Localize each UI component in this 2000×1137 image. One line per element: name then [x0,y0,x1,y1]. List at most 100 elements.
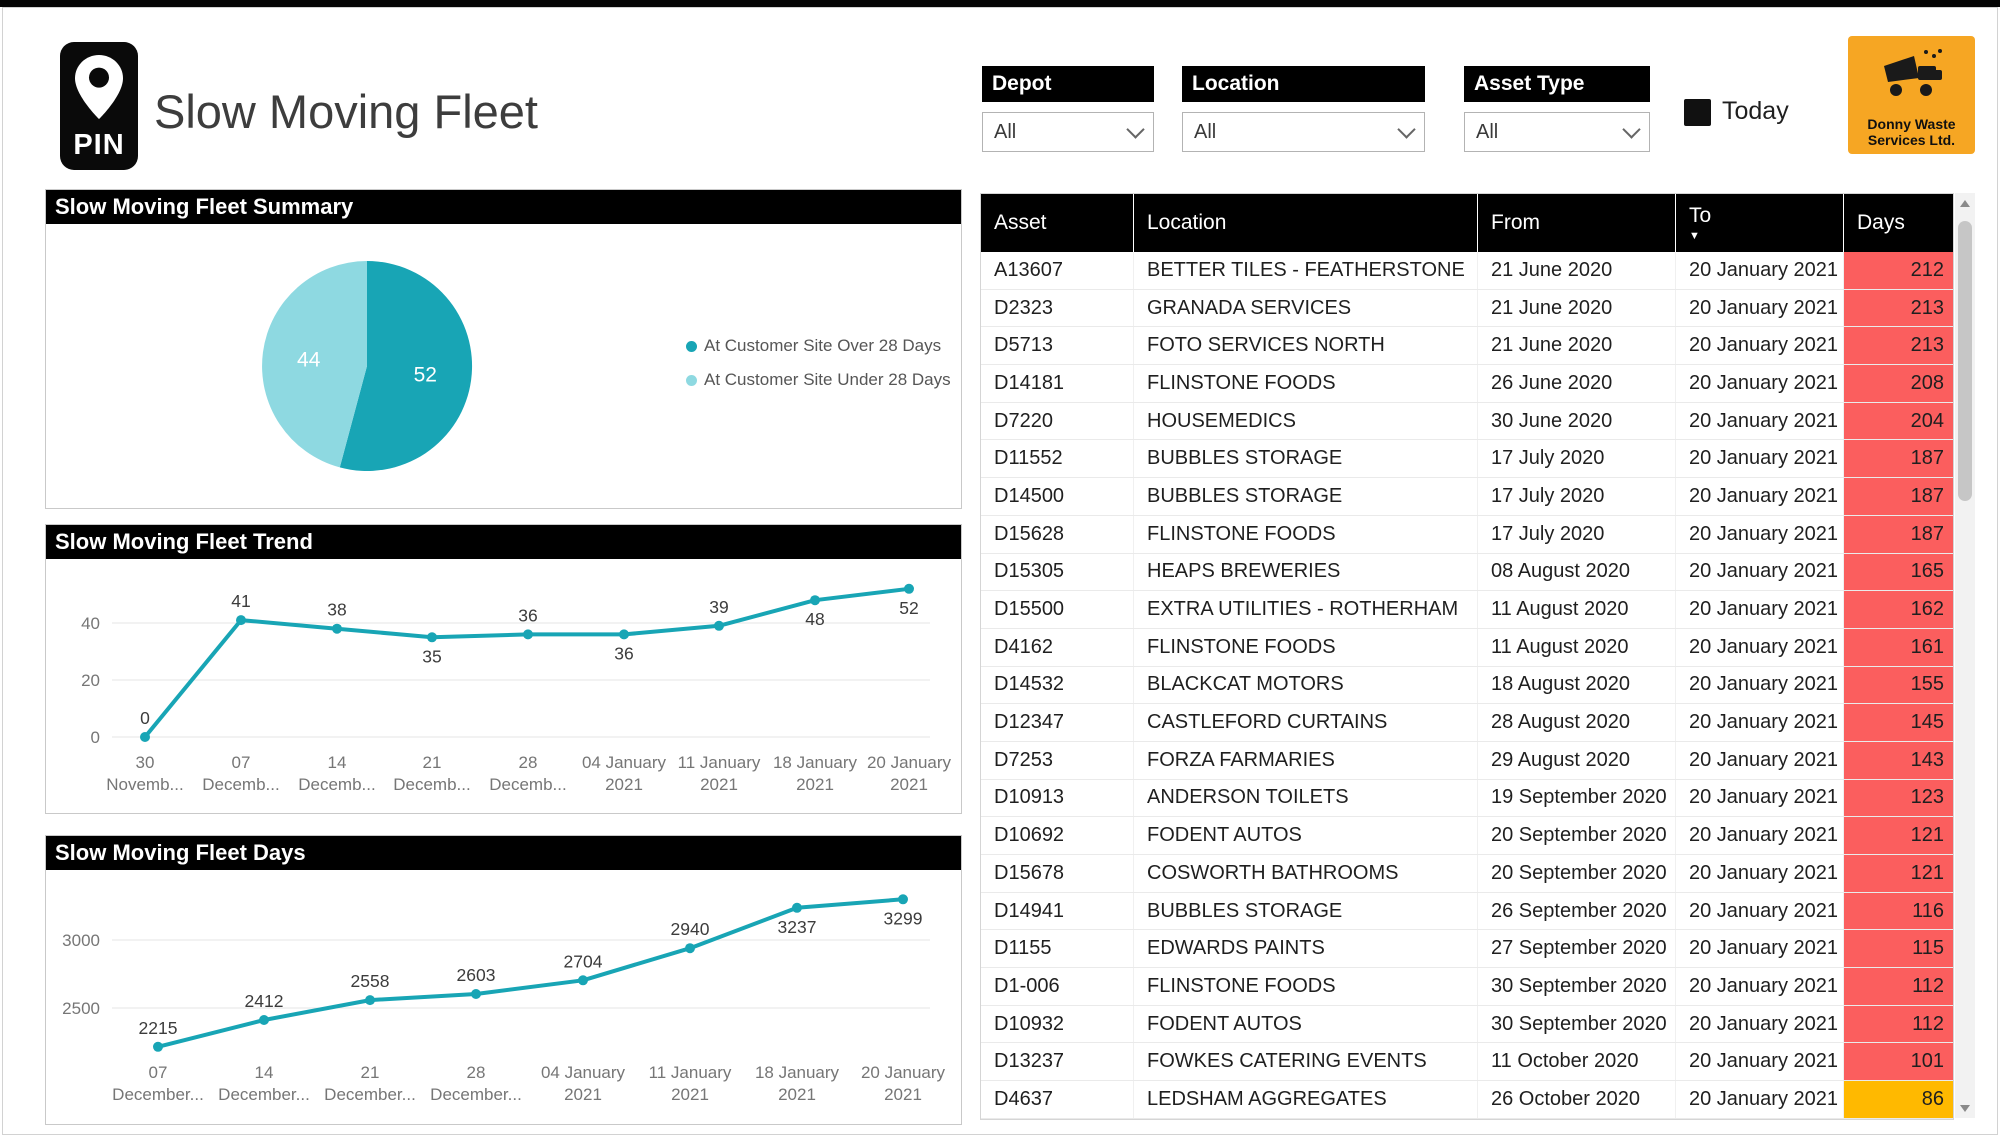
window-top-edge [0,0,2000,7]
data-point[interactable] [685,943,695,953]
data-point[interactable] [619,629,629,639]
table-row[interactable]: D12347CASTLEFORD CURTAINS28 August 20202… [981,704,1953,742]
scroll-down-button[interactable] [1955,1098,1975,1118]
data-label: 3299 [884,908,923,928]
cell-days: 212 [1844,252,1953,289]
legend-dot [686,341,697,352]
data-point[interactable] [140,732,150,742]
cell-days: 162 [1844,591,1953,628]
table-row[interactable]: A13607BETTER TILES - FEATHERSTONE21 June… [981,252,1953,290]
cell-location: BUBBLES STORAGE [1134,893,1478,930]
table-row[interactable]: D5713FOTO SERVICES NORTH21 June 202020 J… [981,327,1953,365]
cell-from: 27 September 2020 [1478,930,1676,967]
x-tick-label: 2021 [564,1085,602,1104]
depot-dropdown[interactable]: All [982,112,1154,152]
table-row[interactable]: D15500EXTRA UTILITIES - ROTHERHAM11 Augu… [981,591,1953,629]
data-point[interactable] [332,624,342,634]
x-tick-label: 11 January [678,753,761,772]
cell-days: 115 [1844,930,1953,967]
location-dropdown-value: All [1194,121,1216,144]
column-header-to[interactable]: To ▼ [1676,194,1844,252]
legend-item[interactable]: At Customer Site Under 28 Days [686,368,951,392]
data-point[interactable] [523,629,533,639]
table-row[interactable]: D15678COSWORTH BATHROOMS20 September 202… [981,855,1953,893]
column-header-asset[interactable]: Asset [981,194,1134,252]
data-point[interactable] [898,894,908,904]
table-row[interactable]: D4637LEDSHAM AGGREGATES26 October 202020… [981,1081,1953,1119]
data-point[interactable] [810,595,820,605]
trend-line-chart[interactable]: 020400413835363639485230Novemb...07Decem… [46,559,959,811]
filter-depot: Depot All [982,66,1154,152]
column-header-location[interactable]: Location [1134,194,1478,252]
table-row[interactable]: D13237FOWKES CATERING EVENTS11 October 2… [981,1043,1953,1081]
table-row[interactable]: D14941BUBBLES STORAGE26 September 202020… [981,893,1953,931]
table-row[interactable]: D4162FLINSTONE FOODS11 August 202020 Jan… [981,629,1953,667]
cell-location: FORZA FARMARIES [1134,742,1478,779]
table-row[interactable]: D1-006FLINSTONE FOODS30 September 202020… [981,968,1953,1006]
filter-asset-type: Asset Type All [1464,66,1650,152]
table-row[interactable]: D7220HOUSEMEDICS30 June 202020 January 2… [981,403,1953,441]
today-checkbox[interactable] [1684,99,1711,126]
cell-to: 20 January 2021 [1676,440,1844,477]
cell-days: 165 [1844,554,1953,591]
scroll-up-button[interactable] [1955,193,1975,213]
table-row[interactable]: D14500BUBBLES STORAGE17 July 202020 Janu… [981,478,1953,516]
data-point[interactable] [714,621,724,631]
table-row[interactable]: D14181FLINSTONE FOODS26 June 202020 Janu… [981,365,1953,403]
cell-to: 20 January 2021 [1676,629,1844,666]
data-point[interactable] [471,989,481,999]
trend-panel-title: Slow Moving Fleet Trend [46,525,961,559]
cell-to: 20 January 2021 [1676,742,1844,779]
cell-days: 161 [1844,629,1953,666]
asset-type-dropdown[interactable]: All [1464,112,1650,152]
column-header-days[interactable]: Days [1844,194,1953,252]
x-tick-label: 28 [467,1063,486,1082]
column-header-from[interactable]: From [1478,194,1676,252]
data-point[interactable] [792,903,802,913]
pie-value-label: 52 [414,364,437,387]
location-dropdown[interactable]: All [1182,112,1425,152]
table-row[interactable]: D15628FLINSTONE FOODS17 July 202020 Janu… [981,516,1953,554]
data-point[interactable] [427,632,437,642]
table-row[interactable]: D7253FORZA FARMARIES29 August 202020 Jan… [981,742,1953,780]
table-row[interactable]: D1155EDWARDS PAINTS27 September 202020 J… [981,930,1953,968]
y-tick-label: 40 [81,614,100,633]
trend-panel: Slow Moving Fleet Trend 0204004138353636… [45,524,962,814]
cell-from: 29 August 2020 [1478,742,1676,779]
table-scrollbar[interactable] [1955,193,1975,1118]
data-point[interactable] [578,975,588,985]
data-label: 2412 [245,991,284,1011]
pie-legend: At Customer Site Over 28 Days At Custome… [686,334,951,402]
data-point[interactable] [236,615,246,625]
table-row[interactable]: D11552BUBBLES STORAGE17 July 202020 Janu… [981,440,1953,478]
table-row[interactable]: D10913ANDERSON TOILETS19 September 20202… [981,780,1953,818]
data-point[interactable] [365,995,375,1005]
x-tick-label: December... [112,1085,204,1104]
table-row[interactable]: D2323GRANADA SERVICES21 June 202020 Janu… [981,290,1953,328]
cell-to: 20 January 2021 [1676,403,1844,440]
data-point[interactable] [153,1042,163,1052]
cell-from: 26 September 2020 [1478,893,1676,930]
cell-days: 123 [1844,780,1953,817]
table-row[interactable]: D14532BLACKCAT MOTORS18 August 202020 Ja… [981,667,1953,705]
table-row[interactable]: D10932FODENT AUTOS30 September 202020 Ja… [981,1006,1953,1044]
data-point[interactable] [904,584,914,594]
cell-asset: D10932 [981,1006,1134,1043]
x-tick-label: 2021 [778,1085,816,1104]
sort-desc-icon: ▼ [1689,231,1700,242]
data-label: 2603 [457,965,496,985]
x-tick-label: 2021 [890,775,928,794]
table-row[interactable]: D15305HEAPS BREWERIES08 August 202020 Ja… [981,554,1953,592]
legend-label: At Customer Site Over 28 Days [704,336,941,356]
cell-asset: D4637 [981,1081,1134,1118]
asset-type-dropdown-value: All [1476,121,1498,144]
data-label: 3237 [778,917,817,937]
legend-item[interactable]: At Customer Site Over 28 Days [686,334,951,358]
table-row[interactable]: D10692FODENT AUTOS20 September 202020 Ja… [981,817,1953,855]
data-label: 36 [518,605,537,625]
scrollbar-thumb[interactable] [1958,221,1972,501]
cell-to: 20 January 2021 [1676,290,1844,327]
data-point[interactable] [259,1015,269,1025]
data-label: 36 [614,643,633,663]
days-line-chart[interactable]: 2500300022152412255826032704294032373299… [46,870,959,1122]
